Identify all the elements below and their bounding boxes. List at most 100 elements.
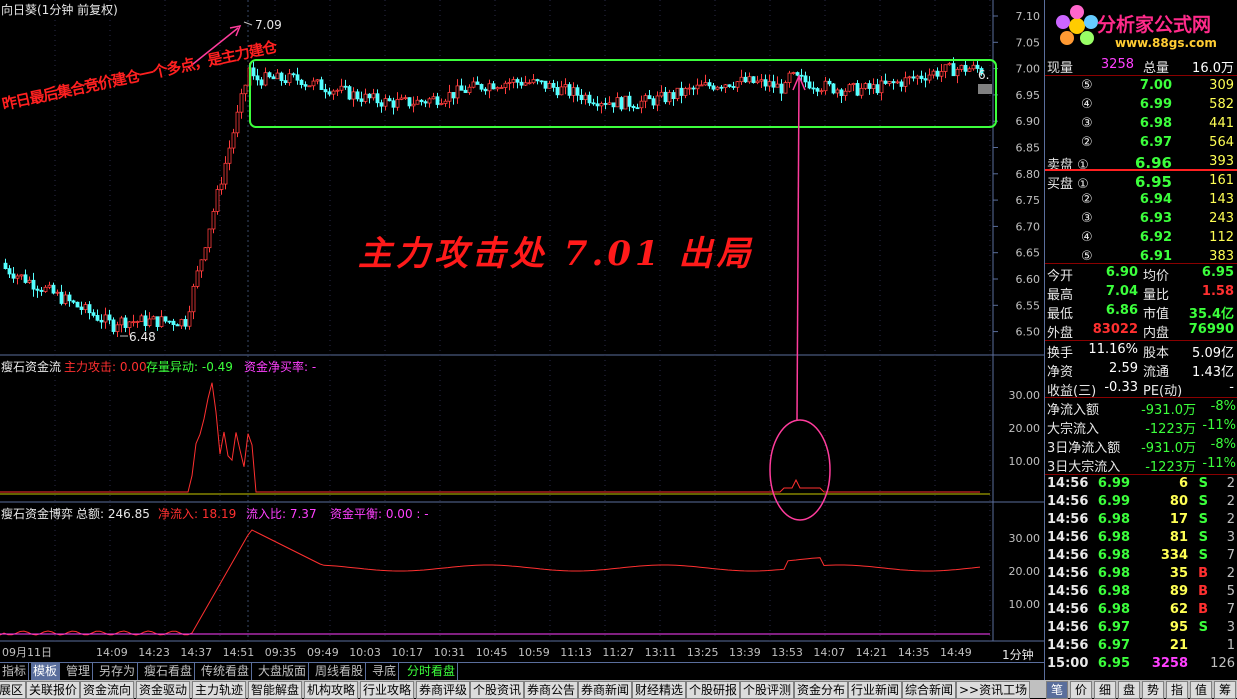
bottom-tab-10[interactable]: 券商公告: [524, 681, 579, 699]
tab-8[interactable]: 寻底: [370, 663, 400, 680]
tab-6[interactable]: 大盘版面: [256, 663, 310, 680]
tab-2[interactable]: 管理: [64, 663, 94, 680]
tick-row-cell: B: [1198, 566, 1208, 581]
bid-level-cell: 6.91: [1139, 249, 1172, 264]
bottom-tab-7[interactable]: 行业攻略: [360, 681, 415, 699]
flow-row-cell: -8%: [1210, 437, 1236, 452]
bottom-tab-13[interactable]: 个股研报: [686, 681, 741, 699]
quote-view-tab-0[interactable]: 笔: [1046, 681, 1068, 699]
candle-body: [159, 316, 164, 327]
tick-row-cell: 6.97: [1097, 620, 1130, 635]
candle-body: [919, 75, 924, 80]
tick-row-cell: 126: [1210, 656, 1235, 671]
candle-body: [767, 81, 772, 87]
candle-body: [139, 315, 144, 322]
tab-0[interactable]: 指标: [0, 663, 30, 680]
candle-body: [595, 103, 600, 107]
candle-body: [803, 75, 808, 83]
site-logo: 分析家公式网 www.88gs.com: [1045, 0, 1237, 55]
tick-row-cell: 15:00: [1047, 656, 1089, 671]
candle-body: [463, 89, 468, 93]
stat-row-cell: 6.86: [1105, 303, 1138, 318]
candle-body: [183, 319, 188, 327]
stat-row-cell: 83022: [1092, 322, 1138, 337]
candle-body: [363, 93, 368, 102]
bottom-tab-3[interactable]: 资金驱动: [136, 681, 191, 699]
tick-row: 15:00 6.95 3258 126: [1045, 655, 1237, 673]
quote-view-tab-1[interactable]: 价: [1070, 681, 1092, 699]
bottom-tab-2[interactable]: 资金流向: [80, 681, 135, 699]
candle-body: [959, 64, 964, 70]
candle-body: [311, 80, 316, 87]
panel3-y-tick: 30.00: [1009, 532, 1041, 545]
bottom-tab-4[interactable]: 主力轨迹: [192, 681, 247, 699]
quote-view-tab-4[interactable]: 势: [1142, 681, 1164, 699]
bottom-tab-18[interactable]: >>资讯工场: [956, 681, 1031, 699]
tick-row-cell: B: [1198, 602, 1208, 617]
tick-row-cell: 95: [1169, 620, 1188, 635]
tab-7[interactable]: 周线看股: [313, 663, 367, 680]
tick-row-cell: 80: [1169, 494, 1188, 509]
tick-row-cell: 7: [1226, 602, 1235, 617]
candle-body: [479, 84, 484, 90]
tab-1[interactable]: 模板: [31, 663, 61, 680]
candle-body: [371, 93, 376, 99]
bottom-tab-15[interactable]: 资金分布: [794, 681, 849, 699]
candle-body: [519, 81, 524, 86]
quote-view-tab-5[interactable]: 指: [1166, 681, 1188, 699]
bottom-tab-5[interactable]: 智能解盘: [248, 681, 303, 699]
tab-3[interactable]: 另存为: [97, 663, 139, 680]
candle-body: [715, 86, 720, 90]
period-label[interactable]: 1分钟: [1002, 646, 1034, 663]
candle-body: [87, 304, 92, 314]
ask-level-cell: ④: [1081, 97, 1093, 112]
candle-body: [15, 275, 20, 279]
stat-row-cell: 1.58: [1201, 284, 1234, 299]
ask-level-cell: 6.98: [1139, 116, 1172, 131]
bottom-tab-12[interactable]: 财经精选: [632, 681, 687, 699]
bottom-tab-8[interactable]: 券商评级: [416, 681, 471, 699]
candle-body: [603, 103, 608, 105]
quote-view-tab-6[interactable]: 值: [1190, 681, 1212, 699]
chart-canvas[interactable]: 7.10 7.05 7.00 6.95 6.90 6.85 6.80 6.75 6.70 6.65…: [0, 0, 1044, 660]
bottom-tab-1[interactable]: 关联报价: [26, 681, 81, 699]
bottom-tab-0[interactable]: 展区: [0, 681, 27, 699]
candle-body: [39, 289, 44, 292]
bottom-tab-6[interactable]: 机构攻略: [304, 681, 359, 699]
stat-row-cell: 1.43亿: [1192, 365, 1234, 380]
quote-view-tab-7[interactable]: 筹: [1214, 681, 1236, 699]
bid-level-cell: 143: [1209, 192, 1234, 207]
x-tick-label: 14:35: [898, 646, 930, 659]
tick-row-cell: 6.99: [1097, 494, 1130, 509]
quote-view-tab-2[interactable]: 细: [1094, 681, 1116, 699]
candle-body: [451, 92, 456, 99]
tab-4[interactable]: 瘦石看盘: [142, 663, 196, 680]
bottom-tab-14[interactable]: 个股评测: [740, 681, 795, 699]
bid-level-cell: 6.95: [1134, 173, 1172, 191]
candle-body: [819, 90, 824, 93]
panel3-l3: 流入比: 7.37: [246, 507, 317, 521]
bottom-tab-17[interactable]: 综合新闻: [902, 681, 957, 699]
candle-body: [151, 316, 156, 320]
candle-body: [891, 81, 896, 84]
bottom-tab-16[interactable]: 行业新闻: [848, 681, 903, 699]
ask-level-cell: ②: [1081, 135, 1093, 150]
candle-body: [863, 83, 868, 89]
ask-level-cell: 309: [1209, 78, 1234, 93]
tick-row-cell: 7: [1226, 548, 1235, 563]
quote-view-tab-3[interactable]: 盘: [1118, 681, 1140, 699]
candle-body: [23, 274, 28, 283]
stat-row-cell: 最高: [1047, 288, 1074, 303]
bottom-tab-11[interactable]: 券商新闻: [578, 681, 633, 699]
tab-5[interactable]: 传统看盘: [199, 663, 253, 680]
candle-body: [255, 75, 260, 81]
candle-body: [899, 81, 904, 87]
panel2-y-tick: 10.00: [1009, 455, 1041, 468]
x-tick-label: 09:49: [307, 646, 339, 659]
candle-body: [27, 279, 32, 283]
stat-row-cell: 外盘: [1047, 326, 1074, 341]
bottom-tab-9[interactable]: 个股资讯: [470, 681, 525, 699]
tick-row-cell: S: [1198, 620, 1208, 635]
tab-9[interactable]: 分时看盘: [405, 663, 459, 680]
bottom-tab-bar: 展区 关联报价 资金流向 资金驱动 主力轨迹 智能解盘 机构攻略 行业攻略 券商评级 个股资讯 券商…: [0, 680, 1237, 699]
